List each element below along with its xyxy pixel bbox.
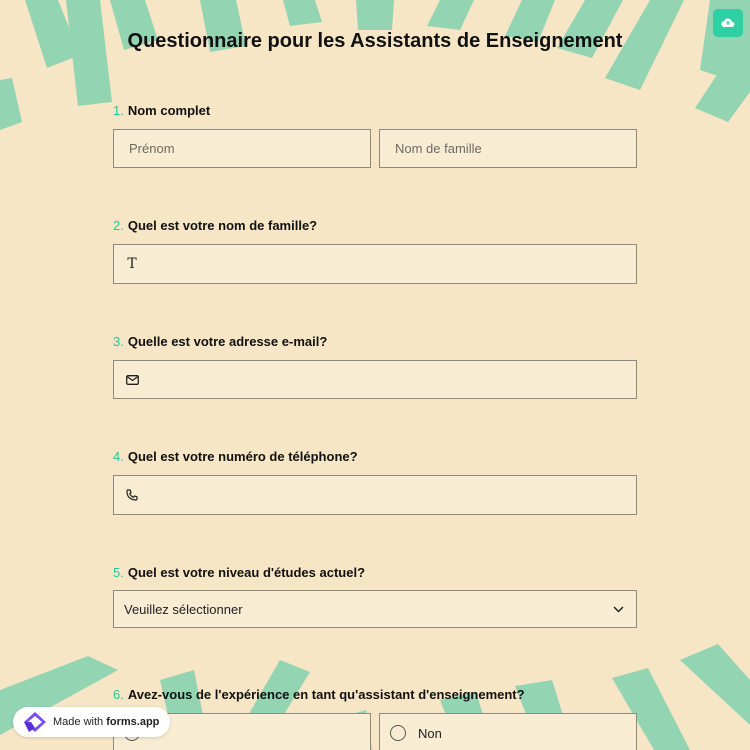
text-icon-glyph: T <box>127 256 137 272</box>
question-2-number: 2. <box>113 218 124 233</box>
question-5-label: 5. Quel est votre niveau d'études actuel? <box>113 565 365 580</box>
question-3-text: Quelle est votre adresse e-mail? <box>127 334 328 349</box>
question-1-label: 1. Nom complet <box>113 103 210 118</box>
question-4-label: 4. Quel est votre numéro de téléphone? <box>113 449 358 464</box>
save-progress-button[interactable] <box>713 9 743 37</box>
email-input[interactable] <box>113 360 637 399</box>
question-4-text: Quel est votre numéro de téléphone? <box>127 449 358 464</box>
question-4-number: 4. <box>113 449 124 464</box>
education-level-value: Veuillez sélectionner <box>124 601 243 617</box>
experience-option-no[interactable]: Non <box>379 713 637 750</box>
question-3-number: 3. <box>113 334 124 349</box>
text-icon: T <box>124 256 140 272</box>
first-name-input[interactable]: Prénom <box>113 129 371 168</box>
first-name-placeholder: Prénom <box>129 141 175 156</box>
question-1-number: 1. <box>113 103 124 118</box>
radio-no-label: Non <box>418 725 442 741</box>
question-1-text: Nom complet <box>127 103 211 118</box>
family-name-input[interactable]: T <box>113 244 637 284</box>
made-with-badge[interactable]: Made with forms.app <box>13 707 170 737</box>
badge-prefix: Made with <box>53 716 107 728</box>
question-6-label: 6. Avez-vous de l'expérience en tant qu'a… <box>113 687 525 702</box>
phone-icon <box>124 487 140 503</box>
education-level-select[interactable]: Veuillez sélectionner <box>113 590 637 628</box>
cloud-upload-icon <box>721 18 735 28</box>
question-5-text: Quel est votre niveau d'études actuel? <box>127 565 366 580</box>
chevron-down-icon <box>613 605 624 613</box>
question-3-label: 3. Quelle est votre adresse e-mail? <box>113 334 327 349</box>
last-name-placeholder: Nom de famille <box>395 141 482 156</box>
question-6-number: 6. <box>113 687 124 702</box>
envelope-icon <box>124 372 140 388</box>
badge-brand: forms.app <box>106 716 160 728</box>
badge-text: Made with forms.app <box>53 716 159 728</box>
page-title: Questionnaire pour les Assistants de Ens… <box>127 30 623 52</box>
question-6-text: Avez-vous de l'expérience en tant qu'ass… <box>127 687 525 702</box>
forms-app-logo-icon <box>24 712 46 732</box>
last-name-input[interactable]: Nom de famille <box>379 129 637 168</box>
question-5-number: 5. <box>113 565 124 580</box>
question-2-text: Quel est votre nom de famille? <box>127 218 318 233</box>
radio-no[interactable] <box>390 725 406 741</box>
phone-input[interactable] <box>113 475 637 515</box>
question-2-label: 2. Quel est votre nom de famille? <box>113 218 317 233</box>
